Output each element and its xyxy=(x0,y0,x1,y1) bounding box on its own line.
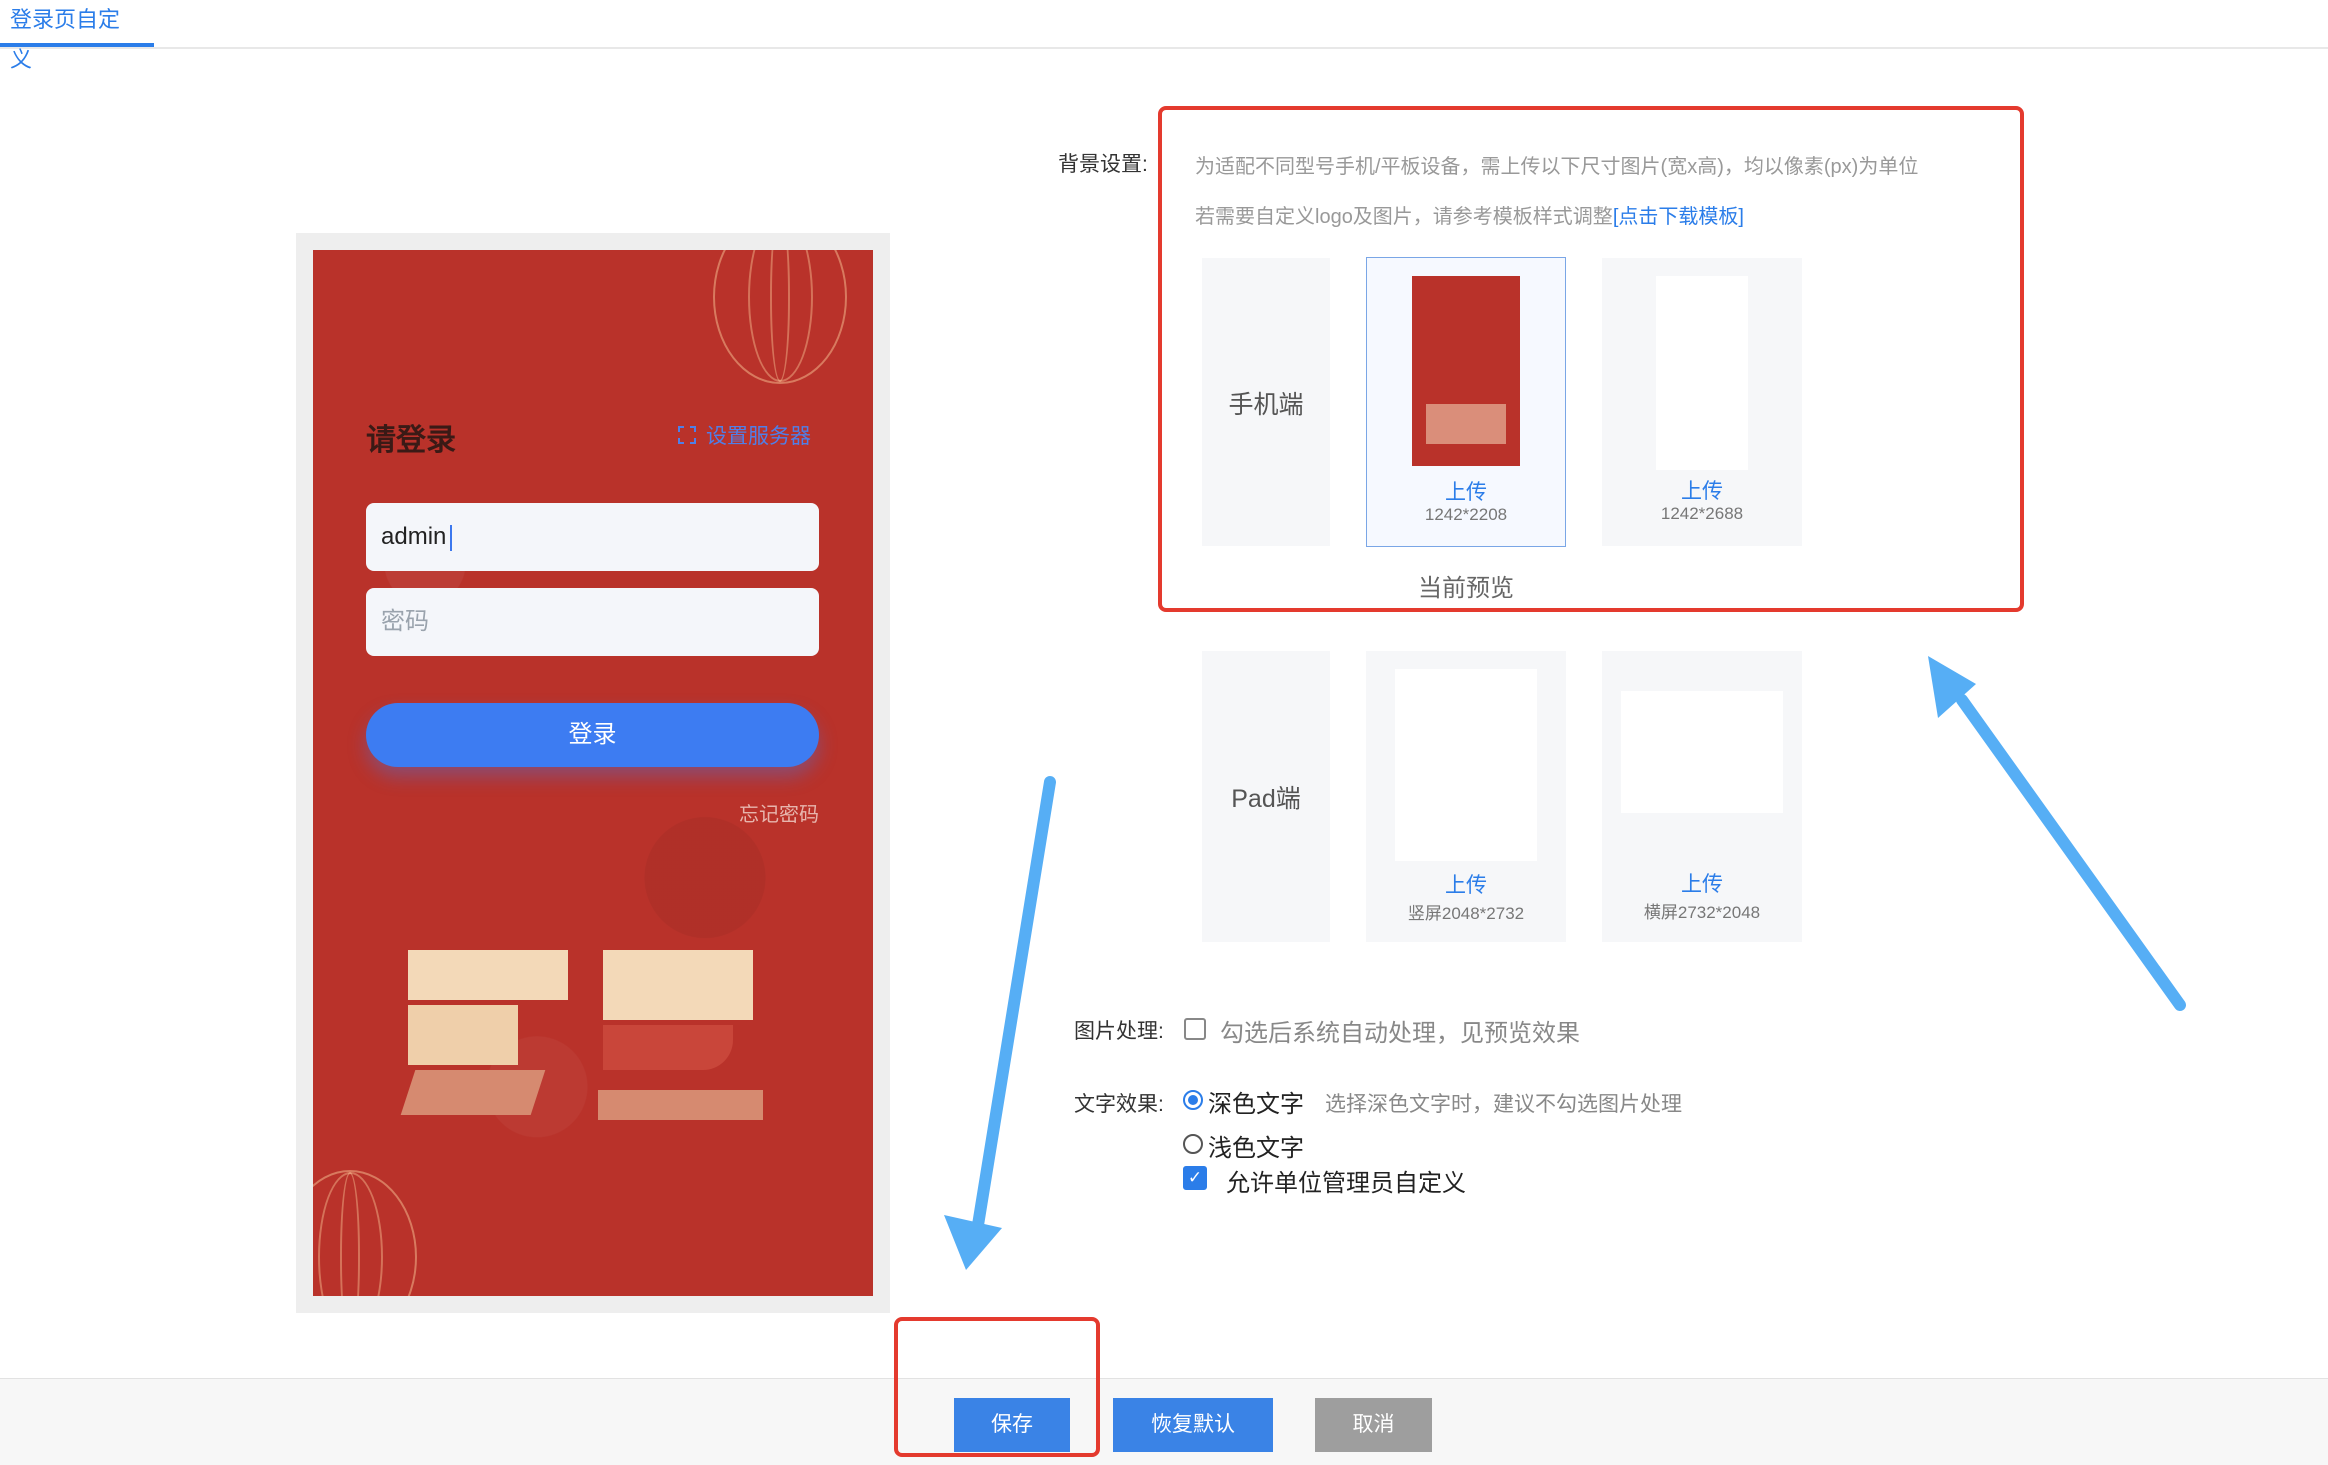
pad-label-card: Pad端 xyxy=(1202,651,1330,942)
set-server-label: 设置服务器 xyxy=(706,425,811,448)
size-hint-line2: 若需要自定义logo及图片，请参考模板样式调整[点击下载模板] xyxy=(1195,200,1744,229)
artwork-block-right-top xyxy=(603,950,753,1020)
template-hint-text: 若需要自定义logo及图片，请参考模板样式调整 xyxy=(1195,206,1613,228)
dark-text-label[interactable]: 深色文字 xyxy=(1208,1084,1304,1119)
upload-link[interactable]: 上传 xyxy=(1366,869,1566,899)
upload-link[interactable]: 上传 xyxy=(1602,868,1802,898)
scan-icon xyxy=(678,426,696,444)
text-caret xyxy=(450,524,453,551)
image-size-label: 横屏2732*2048 xyxy=(1643,903,1761,922)
cancel-button[interactable]: 取消 xyxy=(1315,1398,1432,1452)
arrow-to-save xyxy=(944,776,1056,1270)
allow-custom-label[interactable]: 允许单位管理员自定义 xyxy=(1226,1163,1466,1198)
dark-text-radio[interactable] xyxy=(1183,1090,1203,1110)
pad-upload-portrait[interactable]: 上传 竖屏2048*2732 xyxy=(1366,651,1566,942)
download-template-link[interactable]: [点击下载模板] xyxy=(1613,206,1744,228)
forgot-password-link[interactable]: 忘记密码 xyxy=(739,798,819,827)
image-size-label: 1242*2208 xyxy=(1424,505,1508,524)
thumbnail-artwork xyxy=(1426,404,1506,444)
restore-default-button[interactable]: 恢复默认 xyxy=(1113,1398,1273,1452)
image-processing-text: 勾选后系统自动处理，见预览效果 xyxy=(1220,1020,1580,1047)
mobile-thumbnail-current xyxy=(1412,276,1520,466)
mobile-upload-1242x2688[interactable]: 上传 1242*2688 xyxy=(1602,258,1802,546)
dark-text-hint: 选择深色文字时，建议不勾选图片处理 xyxy=(1325,1093,1682,1116)
allow-custom-checkbox[interactable]: ✓ xyxy=(1183,1166,1207,1190)
mobile-upload-1242x2208[interactable]: 上传 1242*2208 xyxy=(1366,257,1566,547)
image-size-label: 竖屏2048*2732 xyxy=(1407,904,1525,923)
image-processing-label: 图片处理: xyxy=(1074,1020,1164,1043)
artwork-block-right-mid xyxy=(603,1025,733,1070)
lantern-decoration-bottom xyxy=(313,1170,417,1296)
pad-label: Pad端 xyxy=(1231,785,1301,813)
artwork-block-left-mid xyxy=(408,1005,518,1065)
pad-thumbnail-portrait xyxy=(1395,669,1537,861)
lantern-decoration-top xyxy=(713,250,847,384)
tab-bar: 登录页自定义 xyxy=(0,0,2328,72)
password-field[interactable]: 密码 xyxy=(366,588,819,656)
mobile-label-card: 手机端 xyxy=(1202,258,1330,546)
phone-preview-screen: 请登录 设置服务器 admin 密码 登录 忘记密码 xyxy=(313,250,873,1296)
pad-upload-landscape[interactable]: 上传 横屏2732*2048 xyxy=(1602,651,1802,942)
arrow-to-mobile-settings xyxy=(1928,656,2186,1011)
current-preview-label: 当前预览 xyxy=(1418,575,1514,602)
pad-thumbnail-landscape xyxy=(1621,691,1783,813)
mobile-thumbnail-empty xyxy=(1656,276,1748,470)
festive-artwork xyxy=(400,950,768,1120)
light-text-label[interactable]: 浅色文字 xyxy=(1208,1128,1304,1163)
upload-link[interactable]: 上传 xyxy=(1602,475,1802,505)
username-value: admin xyxy=(381,523,447,550)
username-field[interactable]: admin xyxy=(366,503,819,571)
set-server-link[interactable]: 设置服务器 xyxy=(678,420,811,450)
artwork-block-right-bottom xyxy=(598,1090,763,1120)
login-button[interactable]: 登录 xyxy=(366,703,819,767)
image-size-label: 1242*2688 xyxy=(1660,504,1744,523)
light-text-radio[interactable] xyxy=(1183,1134,1203,1154)
artwork-block-left-top xyxy=(408,950,568,1000)
tab-login-page-custom[interactable]: 登录页自定义 xyxy=(0,0,154,72)
image-processing-checkbox[interactable] xyxy=(1184,1018,1206,1040)
highlight-box-save xyxy=(894,1317,1100,1457)
login-title: 请登录 xyxy=(366,424,456,457)
upload-link[interactable]: 上传 xyxy=(1367,476,1565,506)
size-hint-line1: 为适配不同型号手机/平板设备，需上传以下尺寸图片(宽x高)，均以像素(px)为单… xyxy=(1195,156,1919,178)
mobile-label: 手机端 xyxy=(1228,391,1304,419)
text-effect-label: 文字效果: xyxy=(1074,1093,1164,1116)
artwork-block-left-bottom xyxy=(400,1070,546,1115)
background-settings-label: 背景设置: xyxy=(1058,153,1148,176)
password-placeholder: 密码 xyxy=(381,608,429,635)
